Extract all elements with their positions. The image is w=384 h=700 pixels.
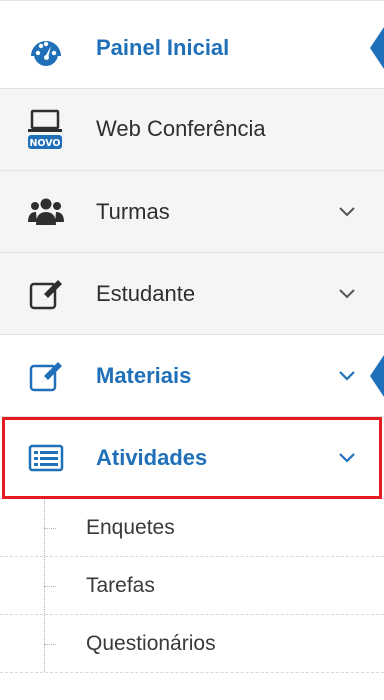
edit-icon [29, 361, 62, 391]
sidebar-item-label: Painel Inicial [96, 34, 230, 60]
divider [0, 0, 384, 1]
chevron-down-icon[interactable] [338, 206, 356, 218]
chevron-down-icon[interactable] [338, 452, 356, 464]
tree-branch [44, 585, 56, 588]
sidebar-menu: Painel Inicial NOVO Web Conferência Turm… [0, 0, 384, 700]
chevron-down-icon[interactable] [338, 370, 356, 382]
sidebar-item-atividades[interactable]: Atividades [0, 417, 384, 499]
users-group-icon [28, 198, 64, 225]
active-marker [370, 354, 384, 397]
new-badge-label: NOVO [29, 138, 60, 149]
list-icon [28, 444, 64, 471]
submenu-item-label: Enquetes [86, 515, 175, 539]
sidebar-item-painel-inicial[interactable]: Painel Inicial [0, 7, 384, 89]
sidebar-item-label: Turmas [96, 198, 170, 224]
sidebar-item-materiais[interactable]: Materiais [0, 335, 384, 417]
sidebar-item-label: Estudante [96, 280, 196, 306]
sidebar-item-web-conferencia[interactable]: NOVO Web Conferência [0, 89, 384, 171]
submenu-item-tarefas[interactable]: Tarefas [0, 557, 384, 615]
submenu-item-label: Tarefas [86, 573, 155, 597]
active-marker [370, 26, 384, 69]
tree-branch [44, 643, 56, 646]
submenu-item-label: Questionários [86, 631, 216, 655]
sidebar-item-label: Atividades [96, 444, 208, 470]
submenu-item-enquetes[interactable]: Enquetes [0, 499, 384, 557]
chevron-down-icon[interactable] [338, 288, 356, 300]
sidebar-item-turmas[interactable]: Turmas [0, 171, 384, 253]
dashboard-gauge-icon [31, 40, 61, 66]
edit-icon [29, 279, 62, 309]
sidebar-item-estudante[interactable]: Estudante [0, 253, 384, 335]
submenu-item-questionarios[interactable]: Questionários [0, 615, 384, 673]
laptop-icon: NOVO [28, 109, 62, 149]
sidebar-item-label: Materiais [96, 362, 192, 388]
sidebar-item-label: Web Conferência [96, 116, 266, 141]
tree-branch [44, 527, 56, 530]
